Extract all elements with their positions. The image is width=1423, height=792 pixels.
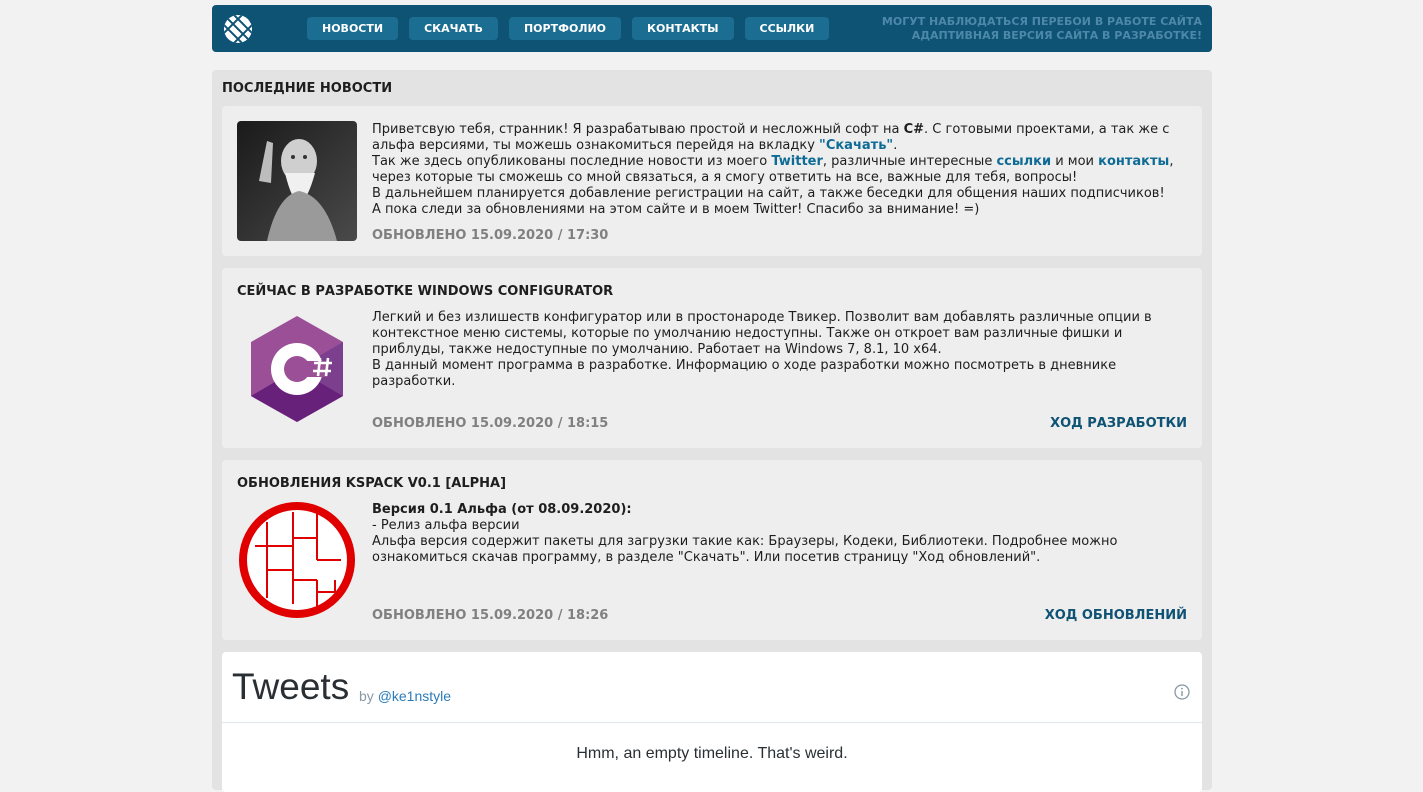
csharp-logo-icon: [251, 316, 343, 422]
welcome-paragraph-1: Приветсвую тебя, странник! Я разрабатыва…: [372, 122, 1187, 154]
main-content: ПОСЛЕДНИЕ НОВОСТИ Приветсвую тебя, стран…: [212, 70, 1212, 792]
section-title: ПОСЛЕДНИЕ НОВОСТИ: [222, 81, 393, 96]
kspack-line-2: Альфа версия содержит пакеты для загрузк…: [372, 534, 1118, 565]
csharp-bold: C#: [903, 122, 925, 137]
byline-prefix: by: [359, 688, 374, 704]
text-fragment: , различные интересные: [822, 154, 997, 169]
configurator-paragraph-2: В данный момент программа в разработке. …: [372, 358, 1117, 389]
text-fragment: .: [893, 138, 898, 153]
nav-news[interactable]: НОВОСТИ: [307, 17, 399, 40]
twitter-handle-link[interactable]: @ke1nstyle: [378, 688, 451, 704]
welcome-paragraph-3: В дальнейшем планируется добавление реги…: [372, 186, 1165, 201]
tweets-byline: by @ke1nstyle: [359, 688, 451, 704]
contacts-link[interactable]: контакты: [1098, 154, 1169, 169]
post-title: СЕЙЧАС В РАЗРАБОТКЕ WINDOWS CONFIGURATOR: [237, 284, 614, 299]
post-date: ОБНОВЛЕНО 15.09.2020 / 17:30: [372, 228, 609, 243]
welcome-text: Приветсвую тебя, странник! Я разрабатыва…: [372, 122, 1187, 218]
nav-portfolio[interactable]: ПОРТФОЛИО: [508, 17, 622, 40]
nav-download[interactable]: СКАЧАТЬ: [409, 17, 498, 40]
post-date: ОБНОВЛЕНО 15.09.2020 / 18:15: [372, 416, 609, 431]
notice-line-2: АДАПТИВНАЯ ВЕРСИЯ САЙТА В РАЗРАБОТКЕ!: [911, 29, 1202, 42]
news-card-welcome: Приветсвую тебя, странник! Я разрабатыва…: [222, 106, 1202, 256]
nav-contacts[interactable]: КОНТАКТЫ: [632, 17, 734, 40]
news-card-kspack: ОБНОВЛЕНИЯ KSPACK V0.1 [ALPHA] Версия 0.…: [222, 460, 1202, 640]
site-notice: МОГУТ НАБЛЮДАТЬСЯ ПЕРЕБОИ В РАБОТЕ САЙТА…: [882, 15, 1202, 43]
twitter-link[interactable]: Twitter: [771, 154, 823, 169]
version-heading: Версия 0.1 Альфа (от 08.09.2020):: [372, 502, 632, 517]
striped-globe-logo-icon[interactable]: [223, 14, 253, 44]
links-link[interactable]: ссылки: [996, 154, 1051, 169]
tweets-title: Tweets: [232, 666, 350, 707]
kspack-line-1: - Релиз альфа версии: [372, 518, 520, 533]
nav-links[interactable]: ССЫЛКИ: [744, 17, 830, 40]
notice-line-1: МОГУТ НАБЛЮДАТЬСЯ ПЕРЕБОИ В РАБОТЕ САЙТА: [881, 15, 1202, 28]
post-title: ОБНОВЛЕНИЯ KSPACK V0.1 [ALPHA]: [237, 476, 507, 491]
kspack-text: Версия 0.1 Альфа (от 08.09.2020): - Рели…: [372, 502, 1187, 566]
update-progress-link[interactable]: ХОД ОБНОВЛЕНИЙ: [1045, 608, 1187, 623]
configurator-text: Легкий и без излишеств конфигуратор или …: [372, 310, 1187, 390]
twitter-timeline-widget: Tweets by @ke1nstyle Hmm, an empty timel…: [222, 652, 1202, 792]
post-date: ОБНОВЛЕНО 15.09.2020 / 18:26: [372, 608, 609, 623]
text-fragment: Приветсвую тебя, странник! Я разрабатыва…: [372, 122, 904, 137]
welcome-paragraph-2: Так же здесь опубликованы последние ново…: [372, 154, 1187, 186]
timeline-divider: [222, 722, 1202, 723]
kspack-logo-icon: [239, 502, 355, 618]
configurator-paragraph-1: Легкий и без излишеств конфигуратор или …: [372, 310, 1152, 357]
welcome-paragraph-4: А пока следи за обновлениями на этом сай…: [372, 202, 980, 217]
old-man-photo-icon: [237, 121, 357, 241]
info-icon[interactable]: [1174, 684, 1190, 700]
site-header: НОВОСТИ СКАЧАТЬ ПОРТФОЛИО КОНТАКТЫ ССЫЛК…: [212, 5, 1212, 52]
text-fragment: Так же здесь опубликованы последние ново…: [372, 154, 772, 169]
news-card-configurator: СЕЙЧАС В РАЗРАБОТКЕ WINDOWS CONFIGURATOR…: [222, 268, 1202, 448]
empty-timeline-message: Hmm, an empty timeline. That's weird.: [576, 745, 848, 762]
text-fragment: и мои: [1051, 154, 1099, 169]
main-nav: НОВОСТИ СКАЧАТЬ ПОРТФОЛИО КОНТАКТЫ ССЫЛК…: [307, 17, 830, 40]
download-link[interactable]: "Скачать": [819, 138, 893, 153]
dev-progress-link[interactable]: ХОД РАЗРАБОТКИ: [1050, 416, 1187, 431]
